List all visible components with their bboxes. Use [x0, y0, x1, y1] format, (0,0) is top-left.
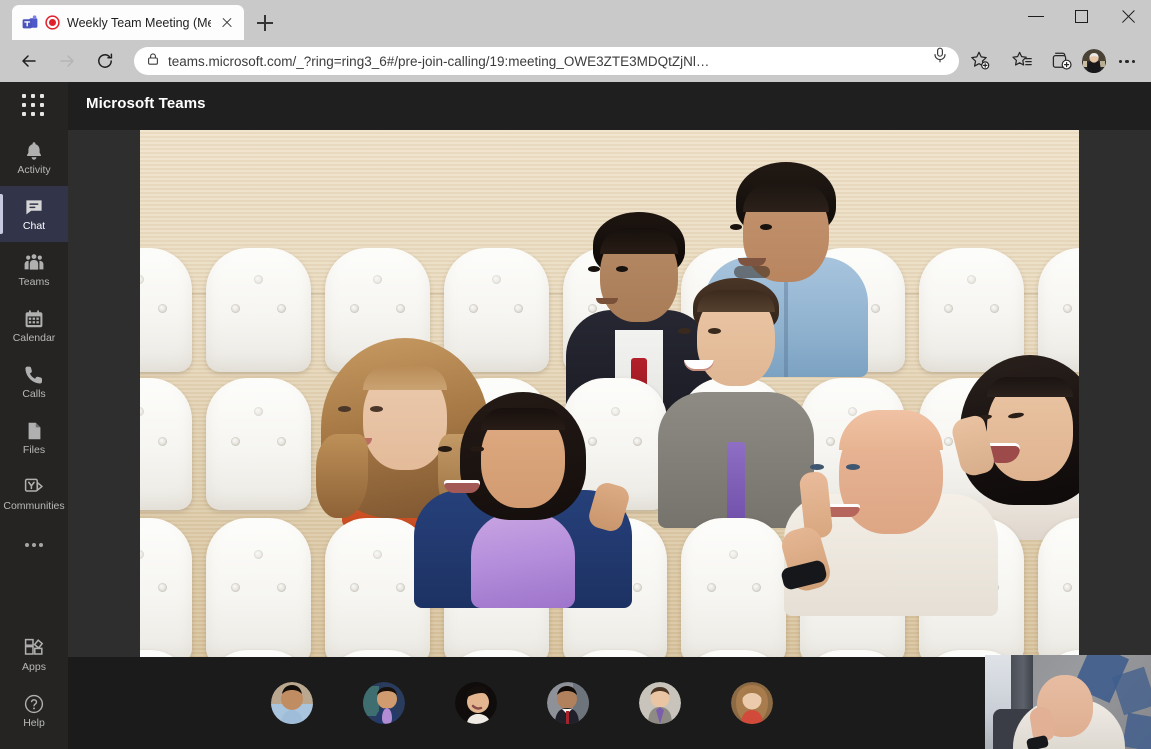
new-tab-button[interactable]: [252, 10, 278, 36]
calendar-icon: [23, 308, 45, 330]
bell-icon: [23, 140, 45, 162]
microsoft-teams-favicon: [22, 14, 38, 31]
browser-chrome: Weekly Team Meeting (Mee teams.microsoft…: [0, 0, 1151, 82]
seat: [205, 378, 311, 510]
roster-avatar-5[interactable]: [639, 682, 681, 724]
url-text: teams.microsoft.com/_?ring=ring3_6#/pre-…: [168, 53, 710, 69]
sidebar-item-label: Communities: [3, 500, 65, 513]
sidebar-item-label: Calendar: [12, 332, 56, 345]
lock-icon: [146, 52, 160, 71]
collections-icon[interactable]: [1047, 46, 1077, 76]
meeting-stage: [68, 130, 1151, 749]
seat: [140, 378, 192, 510]
close-window-button[interactable]: [1105, 0, 1151, 32]
yammer-icon: [23, 476, 45, 498]
participant-6[interactable]: [412, 392, 634, 608]
back-button[interactable]: [13, 45, 45, 77]
browser-profile-avatar[interactable]: [1082, 49, 1106, 73]
settings-and-more-button[interactable]: [1113, 47, 1141, 75]
sidebar-item-help[interactable]: Help: [0, 683, 68, 739]
roster-avatar-4[interactable]: [547, 682, 589, 724]
sidebar-item-label: Teams: [18, 276, 50, 289]
sidebar-item-label: Calls: [22, 388, 46, 401]
phone-icon: [23, 364, 45, 386]
sidebar-item-label: Help: [23, 717, 45, 730]
seat: [681, 650, 787, 657]
rail-bottom-group: Apps Help: [0, 627, 68, 739]
roster-avatar-3[interactable]: [455, 682, 497, 724]
teams-application: Microsoft Teams Search: [0, 82, 1151, 749]
seat: [140, 248, 192, 372]
participant-7[interactable]: [778, 402, 1002, 616]
more-apps-button[interactable]: [0, 522, 68, 568]
seat: [140, 518, 192, 657]
sidebar-item-chat[interactable]: Chat: [0, 186, 68, 242]
sidebar-item-activity[interactable]: Activity: [0, 130, 68, 186]
tab-strip: Weekly Team Meeting (Mee: [0, 0, 1151, 40]
maximize-button[interactable]: [1059, 0, 1105, 32]
window-controls: [1013, 0, 1151, 32]
app-title: Microsoft Teams: [86, 95, 206, 112]
minimize-button[interactable]: [1013, 0, 1059, 32]
roster-avatar-6[interactable]: [731, 682, 773, 724]
sidebar-item-label: Apps: [22, 661, 46, 674]
seat: [324, 650, 430, 657]
seat: [919, 248, 1025, 372]
app-rail: Activity Chat Teams Calendar Calls Files…: [0, 82, 68, 749]
teams-icon: [23, 252, 45, 274]
browser-tab[interactable]: Weekly Team Meeting (Mee: [12, 5, 244, 40]
seat: [1038, 248, 1079, 372]
forward-button: [51, 45, 83, 77]
help-icon: [23, 693, 45, 715]
tab-title: Weekly Team Meeting (Mee: [67, 15, 211, 30]
self-view-video[interactable]: [985, 655, 1151, 749]
app-window: Weekly Team Meeting (Mee teams.microsoft…: [0, 0, 1151, 749]
sidebar-item-label: Files: [22, 444, 46, 457]
app-launcher-button[interactable]: [22, 94, 47, 119]
refresh-button[interactable]: [89, 45, 121, 77]
roster-avatar-2[interactable]: [363, 682, 405, 724]
sidebar-item-label: Activity: [17, 164, 51, 177]
seat-row-4: [140, 650, 1079, 657]
tab-recording-indicator: [45, 15, 60, 30]
seat: [562, 650, 668, 657]
seat: [443, 650, 549, 657]
sidebar-item-teams[interactable]: Teams: [0, 242, 68, 298]
together-mode-scene[interactable]: [140, 130, 1079, 657]
close-icon[interactable]: [218, 14, 236, 32]
seat: [800, 650, 906, 657]
chat-icon: [23, 196, 45, 218]
apps-icon: [23, 637, 45, 659]
favorites-icon[interactable]: [1007, 46, 1037, 76]
sidebar-item-label: Chat: [22, 220, 46, 233]
sidebar-item-communities[interactable]: Communities: [0, 466, 68, 522]
sidebar-item-files[interactable]: Files: [0, 410, 68, 466]
seat: [205, 518, 311, 657]
roster-avatar-1[interactable]: [271, 682, 313, 724]
address-bar[interactable]: teams.microsoft.com/_?ring=ring3_6#/pre-…: [134, 47, 959, 75]
file-icon: [23, 420, 45, 442]
sidebar-item-calls[interactable]: Calls: [0, 354, 68, 410]
sidebar-item-apps[interactable]: Apps: [0, 627, 68, 683]
seat: [681, 518, 787, 657]
browser-navigation-bar: teams.microsoft.com/_?ring=ring3_6#/pre-…: [0, 40, 1151, 82]
seat: [1038, 518, 1079, 657]
microphone-icon[interactable]: [929, 46, 951, 76]
seat: [205, 650, 311, 657]
seat: [140, 650, 192, 657]
seat: [205, 248, 311, 372]
sidebar-item-calendar[interactable]: Calendar: [0, 298, 68, 354]
add-favorite-icon[interactable]: [965, 46, 995, 76]
